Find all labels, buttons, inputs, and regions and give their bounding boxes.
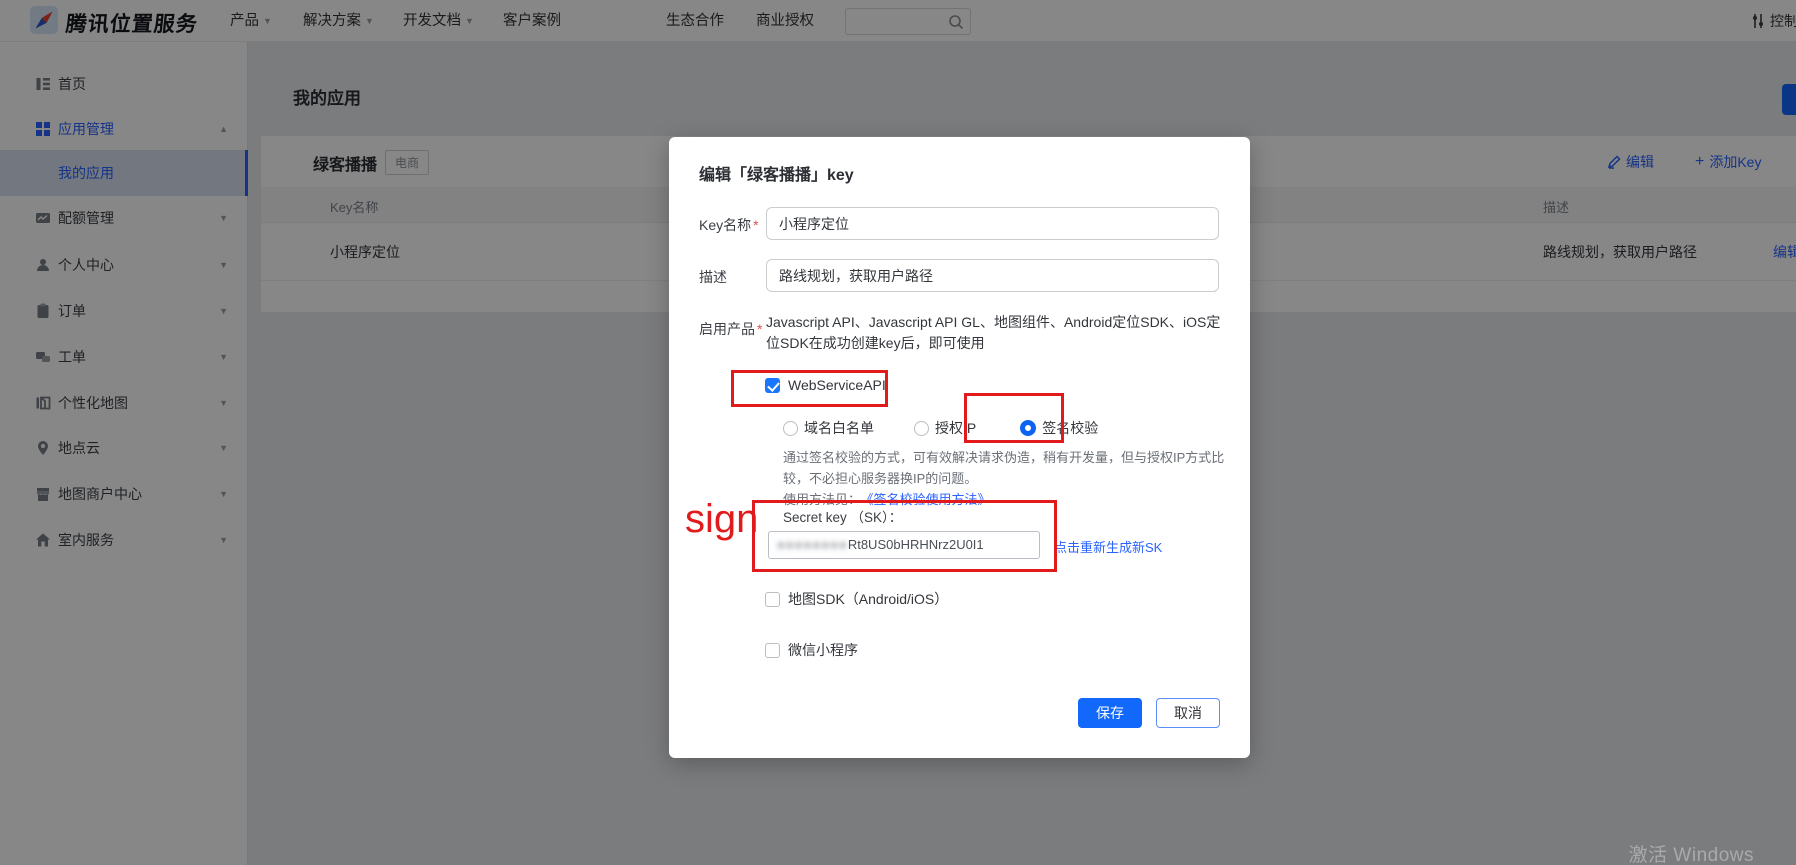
- modal-title: 编辑「绿客播播」key: [699, 161, 854, 185]
- required-asterisk: *: [757, 321, 762, 337]
- secret-key-input[interactable]: ●●●●●●●●Rt8US0bHRHNrz2U0I1: [768, 531, 1040, 559]
- signature-help-text: 通过签名校验的方式，可有效解决请求伪造，稍有开发量，但与授权IP方式比较，不必担…: [783, 447, 1235, 489]
- map-sdk-label: 地图SDK（Android/iOS）: [788, 589, 948, 609]
- map-sdk-checkbox-row[interactable]: 地图SDK（Android/iOS）: [765, 589, 948, 609]
- signature-usage-link[interactable]: 《签名校验使用方法》: [867, 492, 991, 507]
- checkbox-checked-icon[interactable]: [765, 378, 780, 393]
- wechat-mini-checkbox-row[interactable]: 微信小程序: [765, 640, 858, 660]
- key-name-label: Key名称*: [699, 215, 759, 235]
- radio-domain-label[interactable]: 域名白名单: [804, 418, 874, 438]
- wechat-mini-label: 微信小程序: [788, 640, 858, 660]
- enabled-products-label: 启用产品*: [699, 319, 762, 339]
- windows-activation-watermark: 激活 Windows: [1629, 840, 1754, 865]
- enabled-products-text: Javascript API、Javascript API GL、地图组件、An…: [766, 312, 1222, 354]
- regenerate-sk-link[interactable]: 点击重新生成新SK: [1054, 537, 1162, 556]
- radio-selected-icon[interactable]: [1020, 420, 1036, 436]
- edit-key-modal: 编辑「绿客播播」key Key名称* 描述 启用产品* Javascript A…: [669, 137, 1250, 758]
- secret-key-label: Secret key （SK）：: [783, 506, 902, 526]
- desc-label: 描述: [699, 267, 727, 287]
- webservice-api-checkbox-row[interactable]: WebServiceAPI: [765, 377, 886, 393]
- radio-unselected-icon[interactable]: [914, 421, 929, 436]
- screen: 腾讯位置服务 产品▼ 解决方案▼ 开发文档▼ 客户案例 生态合作 商业授权 控制…: [0, 0, 1796, 865]
- annotation-sign-text: sign: [685, 497, 758, 542]
- webservice-api-label: WebServiceAPI: [788, 377, 886, 393]
- secret-key-masked-part: ●●●●●●●●: [777, 537, 848, 552]
- checkbox-unchecked-icon[interactable]: [765, 592, 780, 607]
- cancel-button[interactable]: 取消: [1156, 698, 1220, 728]
- key-name-input[interactable]: [766, 207, 1219, 240]
- save-button[interactable]: 保存: [1078, 698, 1142, 728]
- checkbox-unchecked-icon[interactable]: [765, 643, 780, 658]
- radio-ip-label[interactable]: 授权IP: [935, 418, 976, 438]
- auth-mode-radio-group: 域名白名单 授权IP 签名校验: [783, 418, 1098, 438]
- secret-key-visible-part: Rt8US0bHRHNrz2U0I1: [848, 537, 984, 552]
- radio-unselected-icon[interactable]: [783, 421, 798, 436]
- required-asterisk: *: [753, 217, 758, 233]
- radio-sign-label[interactable]: 签名校验: [1042, 418, 1098, 438]
- desc-input[interactable]: [766, 259, 1219, 292]
